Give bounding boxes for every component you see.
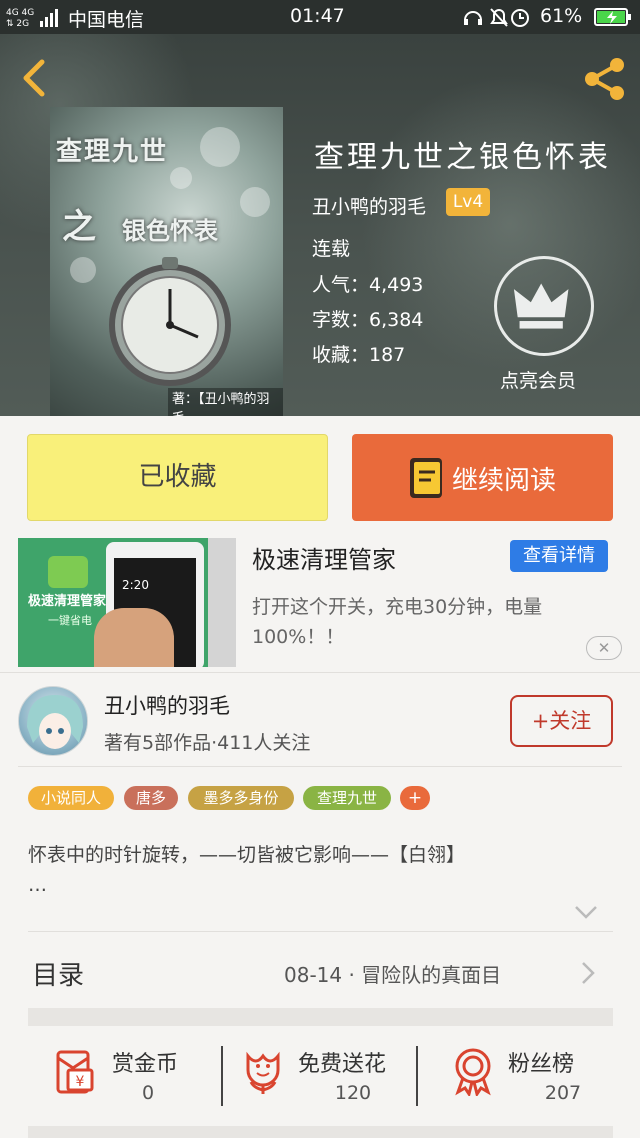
chevron-right-icon (582, 962, 595, 984)
pocket-watch-image (109, 257, 231, 386)
reward-coins-button[interactable]: ¥ 赏金币 0 (54, 1030, 214, 1122)
avatar[interactable] (18, 686, 88, 756)
divider (28, 931, 613, 932)
ad-side-strip (208, 538, 236, 667)
flower-icon (246, 1051, 280, 1094)
book-cover[interactable]: 查理九世 之 银色怀表 著：【丑小鸭的羽毛 (50, 107, 283, 416)
word-count-stat: 字数：6,384 (312, 309, 424, 331)
status-bar: 4G 4G ⇅ 2G 中国电信 01:47 61% (0, 0, 640, 34)
send-flower-button[interactable]: 免费送花 120 (240, 1030, 410, 1122)
ad-close-button[interactable]: ✕ (586, 636, 622, 660)
ad-image-subtitle: 一键省电 (48, 614, 92, 627)
tag-item[interactable]: 唐多 (124, 786, 178, 810)
add-tag-button[interactable]: + (400, 786, 430, 810)
carrier-name: 中国电信 (68, 9, 145, 31)
fan-ranking-count: 207 (544, 1082, 582, 1104)
vip-button[interactable] (494, 256, 594, 356)
reward-coins-label: 赏金币 (112, 1052, 179, 1077)
flower-count: 120 (334, 1082, 372, 1104)
cover-bokeh (170, 167, 192, 189)
book-icon (410, 458, 442, 498)
level-badge: Lv4 (446, 188, 490, 216)
ad-description: 打开这个开关，充电30分钟，电量100%！！ (252, 596, 543, 648)
ad-banner[interactable]: 极速清理管家 一键省电 2:20 极速清理管家 查看详情 打开这个开关，充电30… (18, 538, 622, 668)
book-header: 查理九世 之 银色怀表 著：【丑小鸭的羽毛 查理九世之银色怀表 丑小鸭的羽毛 L… (0, 34, 640, 416)
catalog-label: 目录 (32, 961, 85, 991)
battery-icon (594, 8, 631, 26)
send-flower-label: 免费送花 (298, 1052, 387, 1077)
ad-title: 极速清理管家 (252, 546, 396, 574)
favorites-stat: 收藏：187 (312, 344, 406, 366)
svg-text:4G 4G: 4G 4G (6, 8, 34, 18)
divider (0, 672, 640, 673)
follow-button[interactable]: +关注 (510, 695, 613, 747)
fan-ranking-button[interactable]: 粉丝榜 207 (450, 1030, 600, 1122)
share-icon[interactable] (582, 56, 628, 102)
cover-title: 查理九世 (56, 137, 169, 167)
tag-item[interactable]: 小说同人 (28, 786, 114, 810)
chevron-down-icon[interactable] (574, 904, 598, 920)
ad-image[interactable]: 极速清理管家 一键省电 2:20 (18, 538, 236, 667)
vip-label[interactable]: 点亮会员 (500, 366, 576, 393)
battery-percent: 61% (540, 5, 583, 27)
avatar-image (27, 695, 83, 749)
continue-reading-button[interactable]: 继续阅读 (352, 434, 613, 521)
hand-image (94, 608, 174, 667)
back-button[interactable] (16, 58, 52, 98)
svg-text:⇅ 2G: ⇅ 2G (6, 19, 29, 29)
vertical-divider (416, 1046, 418, 1106)
clock: 01:47 (290, 5, 345, 27)
tag-item[interactable]: 墨多多身份 (188, 786, 294, 810)
author-meta: 著有5部作品·411人关注 (104, 732, 311, 754)
cover-bokeh (200, 127, 240, 167)
cover-bokeh (240, 187, 270, 217)
continue-reading-label: 继续阅读 (452, 466, 557, 496)
status-icons (464, 8, 529, 27)
cover-bokeh (70, 257, 96, 283)
ad-detail-button[interactable]: 查看详情 (510, 540, 608, 572)
catalog-row[interactable]: 目录 08-14 · 冒险队的真面目 (28, 933, 613, 1010)
book-author[interactable]: 丑小鸭的羽毛 (312, 192, 426, 219)
book-status: 连载 (312, 238, 351, 260)
author-name[interactable]: 丑小鸭的羽毛 (104, 690, 230, 720)
popularity-stat: 人气：4,493 (312, 274, 424, 296)
fan-ranking-label: 粉丝榜 (508, 1052, 575, 1077)
ad-image-title: 极速清理管家 (28, 594, 107, 609)
book-summary: 怀表中的时针旋转，——切皆被它影响——【白翎】 … (28, 844, 466, 896)
latest-chapter: 08-14 · 冒险队的真面目 (284, 963, 502, 987)
app-logo (48, 556, 88, 588)
medal-icon (455, 1048, 491, 1096)
signal-icon: 4G 4G ⇅ 2G (6, 8, 58, 29)
section-separator (28, 1008, 613, 1026)
cover-title: 之 (62, 207, 96, 247)
red-envelope-icon: ¥ (56, 1050, 94, 1094)
book-title: 查理九世之银色怀表 (314, 140, 611, 175)
crown-icon (513, 283, 569, 329)
reward-coins-count: 0 (141, 1082, 155, 1104)
section-separator (28, 1126, 613, 1138)
collected-button[interactable]: 已收藏 (27, 434, 328, 521)
divider (18, 766, 622, 767)
cover-author: 著：【丑小鸭的羽毛 (168, 388, 283, 416)
phone-time: 2:20 (122, 578, 149, 592)
tag-item[interactable]: 查理九世 (303, 786, 391, 810)
vertical-divider (221, 1046, 223, 1106)
svg-text:¥: ¥ (76, 1074, 85, 1090)
cover-title: 银色怀表 (122, 217, 218, 245)
